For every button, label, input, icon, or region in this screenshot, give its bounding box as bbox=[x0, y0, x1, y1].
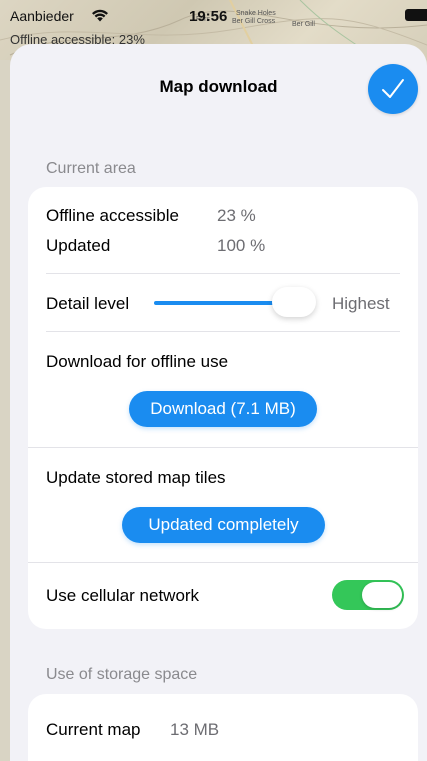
detail-level-label: Detail level bbox=[46, 294, 130, 313]
status-bar: Aanbieder 19:56 bbox=[0, 0, 427, 34]
update-tiles-button[interactable]: Updated completely bbox=[122, 507, 325, 543]
current-area-card: Offline accessible 23 % Updated 100 % De… bbox=[28, 187, 418, 629]
download-offline-label: Download for offline use bbox=[46, 352, 229, 371]
download-button[interactable]: Download (7.1 MB) bbox=[129, 391, 317, 427]
sheet-title: Map download bbox=[159, 77, 278, 96]
status-time: 19:56 bbox=[189, 8, 228, 25]
current-map-value: 13 MB bbox=[170, 720, 220, 739]
section-header-current-area: Current area bbox=[46, 160, 136, 177]
divider bbox=[46, 273, 400, 274]
cellular-network-label: Use cellular network bbox=[46, 586, 200, 605]
detail-level-slider-thumb[interactable] bbox=[272, 287, 316, 317]
divider bbox=[28, 447, 418, 448]
carrier-name: Aanbieder bbox=[10, 8, 74, 24]
divider bbox=[28, 562, 418, 563]
cellular-network-toggle[interactable] bbox=[332, 580, 404, 610]
done-button[interactable] bbox=[368, 64, 418, 114]
detail-level-value: Highest bbox=[332, 294, 390, 313]
battery-icon bbox=[405, 9, 427, 21]
checkmark-icon bbox=[382, 79, 404, 98]
map-download-sheet: Map download Current area Offline access… bbox=[10, 44, 427, 761]
update-tiles-label: Update stored map tiles bbox=[46, 468, 226, 487]
offline-accessible-value: 23 % bbox=[217, 206, 256, 225]
offline-accessible-label: Offline accessible bbox=[46, 206, 179, 225]
divider bbox=[46, 331, 400, 332]
storage-card: Current map 13 MB bbox=[28, 694, 418, 761]
current-map-label: Current map bbox=[46, 720, 141, 739]
wifi-icon bbox=[92, 9, 108, 22]
toggle-knob bbox=[362, 582, 402, 608]
section-header-storage: Use of storage space bbox=[46, 666, 198, 683]
updated-value: 100 % bbox=[217, 236, 266, 255]
updated-label: Updated bbox=[46, 236, 111, 255]
